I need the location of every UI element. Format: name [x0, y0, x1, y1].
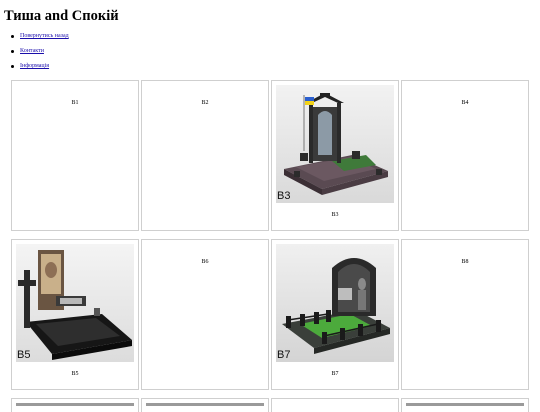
nav-item-info: Інформація — [9, 59, 69, 74]
nav-item-contacts: Контакти — [9, 44, 69, 59]
contacts-link[interactable]: Контакти — [20, 48, 44, 54]
gallery-card-partial[interactable] — [11, 398, 139, 412]
monument-photo[interactable]: B7 — [276, 244, 394, 362]
page-title: Тиша and Спокій — [4, 8, 119, 24]
gallery-card-b1[interactable]: B1 — [11, 80, 139, 231]
card-label: B4 — [461, 100, 469, 106]
gallery-row-1: B1 B2 B3 B3 B4 — [11, 80, 529, 231]
card-label: B6 — [201, 259, 209, 265]
gallery-card-b8[interactable]: B8 — [401, 239, 529, 390]
card-label: B2 — [201, 100, 209, 106]
card-label: B7 — [331, 371, 339, 377]
gallery-row-3 — [11, 398, 529, 412]
gallery-card-partial[interactable] — [401, 398, 529, 412]
nav-list: Повернутись назад Контакти Інформація — [9, 29, 69, 74]
nav-item-back: Повернутись назад — [9, 29, 69, 44]
card-label: B8 — [461, 259, 469, 265]
photo-tag: B3 — [277, 190, 291, 202]
gallery-card-b7[interactable]: B7 B7 — [271, 239, 399, 390]
monument-b7-image — [276, 244, 394, 362]
card-label: B5 — [71, 371, 79, 377]
gallery-card-b2[interactable]: B2 — [141, 80, 269, 231]
back-link[interactable]: Повернутись назад — [20, 33, 69, 39]
monument-b3-image — [276, 85, 394, 203]
gallery-card-b5[interactable]: B5 B5 — [11, 239, 139, 390]
gallery-card-b3[interactable]: B3 B3 — [271, 80, 399, 231]
info-link[interactable]: Інформація — [20, 63, 49, 69]
monument-photo[interactable]: B5 — [16, 244, 134, 362]
gallery-card-partial[interactable] — [271, 398, 399, 412]
gallery-row-2: B5 B5 B6 B7 B7 B8 — [11, 239, 529, 390]
card-label: B1 — [71, 100, 79, 106]
photo-tag: B5 — [17, 349, 31, 361]
monument-photo[interactable]: B3 — [276, 85, 394, 203]
card-label: B3 — [331, 212, 339, 218]
monument-b5-image — [16, 244, 134, 362]
gallery-card-b4[interactable]: B4 — [401, 80, 529, 231]
photo-tag: B7 — [277, 349, 291, 361]
gallery-card-partial[interactable] — [141, 398, 269, 412]
gallery-card-b6[interactable]: B6 — [141, 239, 269, 390]
